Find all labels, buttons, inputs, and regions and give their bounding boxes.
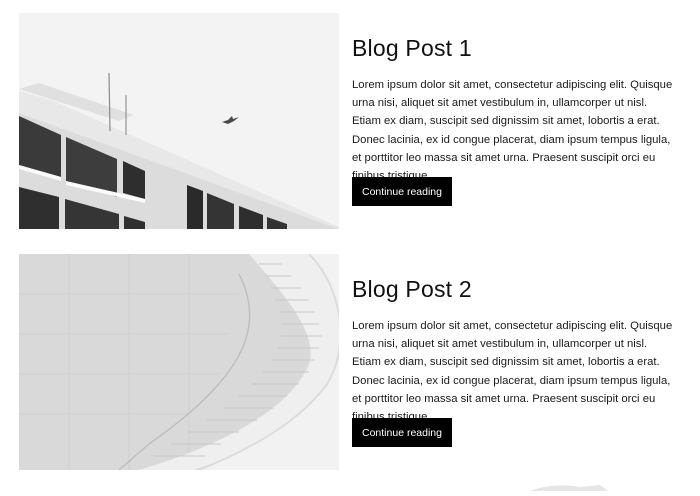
continue-reading-button[interactable]: Continue reading: [352, 177, 452, 206]
post-image-building[interactable]: [19, 13, 339, 229]
next-post-image-peek: [520, 478, 620, 491]
post-excerpt: Lorem ipsum dolor sit amet, consectetur …: [352, 79, 673, 182]
blog-post-card: Blog Post 1 Lorem ipsum dolor sit amet, …: [19, 13, 679, 229]
post-title[interactable]: Blog Post 1: [352, 35, 472, 62]
continue-reading-button[interactable]: Continue reading: [352, 418, 452, 447]
post-excerpt: Lorem ipsum dolor sit amet, consectetur …: [352, 320, 673, 423]
post-image-staircase[interactable]: [19, 254, 339, 470]
post-title[interactable]: Blog Post 2: [352, 276, 472, 303]
blog-post-card: Blog Post 2 Lorem ipsum dolor sit amet, …: [19, 254, 679, 470]
